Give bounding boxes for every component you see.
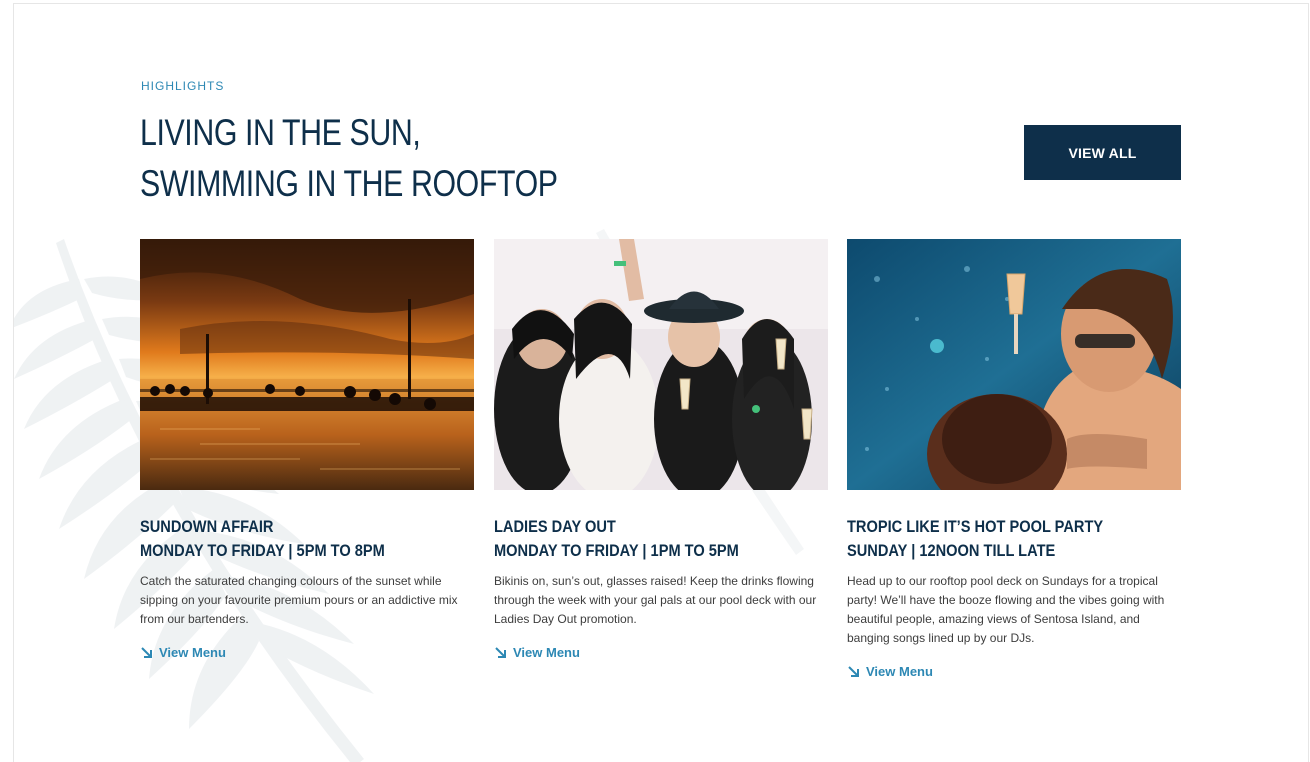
view-menu-link[interactable]: View Menu [140,645,226,660]
section-eyebrow: HIGHLIGHTS [141,79,225,93]
card-title-line-1: SUNDOWN AFFAIR [140,517,274,536]
card-title: TROPIC LIKE IT’S HOT POOL PARTY SUNDAY |… [847,515,1191,563]
sunset-rooftop-image [140,239,474,490]
highlight-card: LADIES DAY OUT MONDAY TO FRIDAY | 1PM TO… [494,239,828,660]
arrow-down-right-icon [848,666,859,677]
view-menu-label: View Menu [866,664,933,679]
card-title-line-2: MONDAY TO FRIDAY | 1PM TO 5PM [494,541,739,560]
arrow-down-right-icon [495,647,506,658]
view-menu-label: View Menu [513,645,580,660]
pool-party-image [847,239,1181,490]
card-title-line-1: TROPIC LIKE IT’S HOT POOL PARTY [847,517,1104,536]
card-description: Catch the saturated changing colours of … [140,574,458,626]
headline-line-2: SWIMMING IN THE ROOFTOP [140,163,558,204]
card-title-line-1: LADIES DAY OUT [494,517,616,536]
view-all-button[interactable]: VIEW ALL [1024,125,1181,180]
section-headline: LIVING IN THE SUN, SWIMMING IN THE ROOFT… [140,107,566,209]
highlight-card: SUNDOWN AFFAIR MONDAY TO FRIDAY | 5PM TO… [140,239,474,660]
card-title-line-2: SUNDAY | 12NOON TILL LATE [847,541,1056,560]
ladies-party-image [494,239,828,490]
card-description: Head up to our rooftop pool deck on Sund… [847,574,1165,645]
highlights-section: HIGHLIGHTS LIVING IN THE SUN, SWIMMING I… [13,3,1309,762]
card-title: SUNDOWN AFFAIR MONDAY TO FRIDAY | 5PM TO… [140,515,484,563]
card-title: LADIES DAY OUT MONDAY TO FRIDAY | 1PM TO… [494,515,838,563]
view-menu-link[interactable]: View Menu [494,645,580,660]
card-title-line-2: MONDAY TO FRIDAY | 5PM TO 8PM [140,541,385,560]
arrow-down-right-icon [141,647,152,658]
view-menu-label: View Menu [159,645,226,660]
view-menu-link[interactable]: View Menu [847,664,933,679]
card-description: Bikinis on, sun’s out, glasses raised! K… [494,574,817,626]
highlight-card: TROPIC LIKE IT’S HOT POOL PARTY SUNDAY |… [847,239,1181,679]
headline-line-1: LIVING IN THE SUN, [140,112,421,153]
